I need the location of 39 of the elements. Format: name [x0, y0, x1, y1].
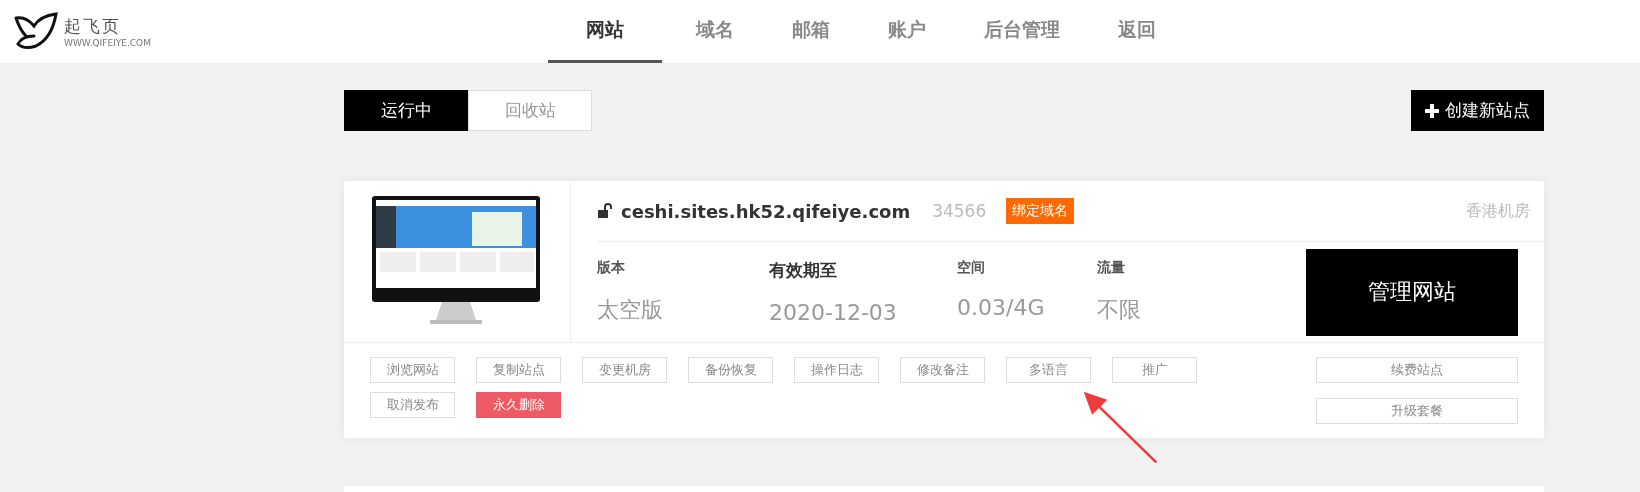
stat-label: 流量 — [1097, 259, 1126, 277]
stat-value: 不限 — [1097, 296, 1142, 324]
action-button[interactable]: 升级套餐 — [1316, 398, 1518, 424]
status-tab[interactable]: 回收站 — [468, 90, 592, 131]
stat-value: 2020-12-03 — [769, 300, 898, 325]
region-label: 香港机房 — [1466, 200, 1530, 222]
unlocked-padlock-icon — [597, 203, 613, 219]
action-button[interactable]: 复制站点 — [476, 357, 561, 383]
nav-tab[interactable]: 返回 — [1094, 0, 1180, 63]
action-button[interactable]: 修改备注 — [900, 357, 985, 383]
nav-tab[interactable]: 邮箱 — [768, 0, 854, 63]
nav-tab[interactable]: 网站 — [548, 0, 662, 63]
action-button[interactable]: 变更机房 — [582, 357, 667, 383]
logo-name: 起飞页 — [64, 15, 122, 38]
nav-tab[interactable]: 域名 — [672, 0, 758, 63]
nav-tab[interactable]: 账户 — [864, 0, 950, 63]
site-id: 34566 — [932, 201, 987, 221]
stat-label: 版本 — [597, 259, 626, 277]
action-button[interactable]: 浏览网站 — [370, 357, 455, 383]
action-button[interactable]: 续费站点 — [1316, 357, 1518, 383]
action-button[interactable]: 多语言 — [1006, 357, 1091, 383]
plus-icon — [1425, 103, 1439, 118]
create-site-button[interactable]: 创建新站点 — [1411, 90, 1544, 131]
nav-tab[interactable]: 后台管理 — [960, 0, 1084, 63]
stat-label: 有效期至 — [769, 259, 838, 282]
action-button[interactable]: 推广 — [1112, 357, 1197, 383]
leaf-logo-icon — [14, 11, 58, 52]
stat-value: 0.03/4G — [957, 295, 1046, 320]
action-button[interactable]: 备份恢复 — [688, 357, 773, 383]
bind-domain-button[interactable]: 绑定域名 — [1006, 198, 1075, 224]
manage-site-button[interactable]: 管理网站 — [1306, 248, 1518, 336]
action-button[interactable]: 永久删除 — [476, 392, 561, 418]
status-tab[interactable]: 运行中 — [344, 90, 468, 131]
site-domain: ceshi.sites.hk52.qifeiye.com — [621, 200, 911, 222]
stat-label: 空间 — [957, 259, 986, 277]
action-button[interactable]: 操作日志 — [794, 357, 879, 383]
logo-url: WWW.QIFEIYE.COM — [64, 38, 151, 48]
stat-value: 太空版 — [597, 296, 664, 324]
action-button[interactable]: 取消发布 — [370, 392, 455, 418]
